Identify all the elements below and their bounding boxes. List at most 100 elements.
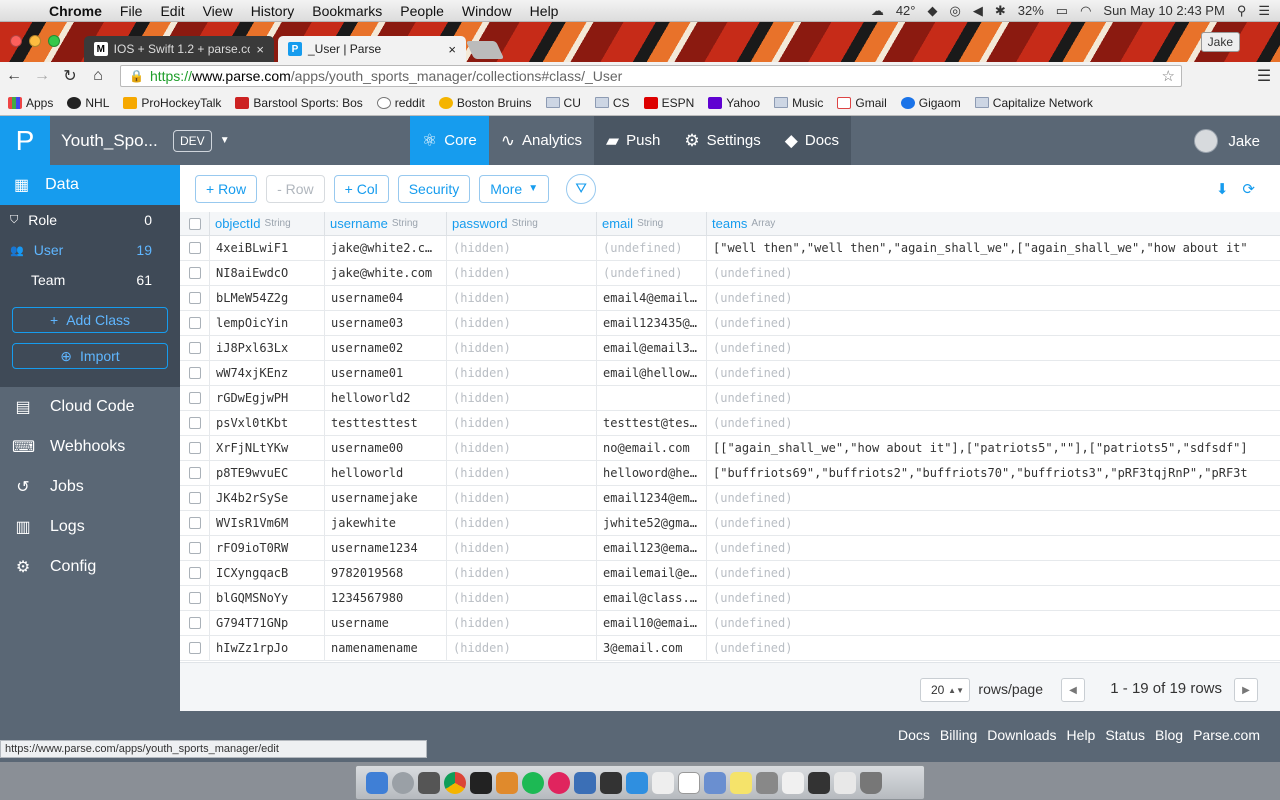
bookmark-prohockeytalk[interactable]: ProHockeyTalk [123, 96, 221, 110]
menu-file[interactable]: File [111, 3, 152, 19]
cell-username[interactable]: namenamename [325, 635, 447, 661]
cell-password[interactable]: (hidden) [447, 410, 597, 436]
footer-help[interactable]: Help [1067, 727, 1096, 743]
table-row[interactable]: rGDwEgjwPH helloworld2 (hidden) (undefined) [180, 385, 1280, 411]
sublime-icon[interactable] [496, 771, 518, 794]
bookmark-cs[interactable]: CS [594, 96, 630, 110]
class-user[interactable]: 👥 User 19 [0, 235, 180, 265]
nav-analytics[interactable]: ∿ Analytics [489, 116, 594, 165]
cell-username[interactable]: jake@white2.c… [325, 235, 447, 261]
row-checkbox[interactable] [188, 242, 201, 254]
table-row[interactable]: NI8aiEwdcO jake@white.com (hidden) (undefin… [180, 260, 1280, 286]
footer-downloads[interactable]: Downloads [987, 727, 1056, 743]
col-header-teams[interactable]: teams Array [707, 212, 1280, 236]
env-badge[interactable]: DEV [173, 129, 212, 152]
security-button[interactable]: Security [397, 174, 471, 203]
photo-booth-icon[interactable] [418, 771, 440, 794]
cell-username[interactable]: jake@white.com [325, 260, 447, 286]
sidebar-jobs[interactable]: ↺ Jobs [0, 467, 180, 507]
cell-teams[interactable]: ["buffriots69","buffriots2","buffriots70… [707, 461, 1280, 486]
accessibility-icon[interactable]: ◎ [949, 3, 960, 19]
table-row[interactable]: ICXyngqacB 9782019568 (hidden) emailemail@e… [180, 560, 1280, 586]
terminal-icon[interactable] [470, 771, 492, 794]
github-icon[interactable] [600, 771, 622, 794]
nav-core[interactable]: ⚛ Core [410, 116, 489, 165]
itunes-icon[interactable] [548, 771, 570, 794]
cell-email[interactable]: email123@ema… [597, 535, 707, 561]
document-icon[interactable] [782, 771, 804, 794]
table-row[interactable]: XrFjNLtYKw username00 (hidden) no@email.com… [180, 435, 1280, 461]
cell-password[interactable]: (hidden) [447, 235, 597, 261]
app-name[interactable]: Youth_Spo... [61, 131, 171, 151]
screen-icon[interactable] [808, 771, 830, 794]
bluetooth-icon[interactable]: ✱ [995, 3, 1006, 19]
col-header-objectid[interactable]: objectId String [210, 212, 325, 236]
cell-objectid[interactable]: iJ8Pxl63Lx [210, 335, 325, 361]
nav-settings[interactable]: ⚙ Settings [672, 116, 773, 165]
row-checkbox[interactable] [188, 542, 201, 554]
bookmark-reddit[interactable]: reddit [376, 96, 425, 110]
cell-username[interactable]: username03 [325, 310, 447, 336]
volume-icon[interactable]: ◀ [973, 3, 983, 19]
cell-objectid[interactable]: p8TE9wvuEC [210, 460, 325, 486]
cell-email[interactable]: (undefined) [597, 260, 707, 286]
table-row[interactable]: rFO9ioT0RW username1234 (hidden) email123@e… [180, 535, 1280, 561]
menu-bookmarks[interactable]: Bookmarks [303, 3, 391, 19]
cell-username[interactable]: username04 [325, 285, 447, 311]
nav-docs[interactable]: ◆ Docs [772, 116, 852, 165]
bookmark-barstool[interactable]: Barstool Sports: Bos [235, 96, 363, 110]
cell-password[interactable]: (hidden) [447, 585, 597, 611]
cell-password[interactable]: (hidden) [447, 335, 597, 361]
menu-edit[interactable]: Edit [151, 3, 193, 19]
cell-email[interactable]: 3@email.com [597, 635, 707, 661]
more-button[interactable]: More ▼ [479, 174, 550, 203]
cell-objectid[interactable]: hIwZz1rpJo [210, 635, 325, 661]
cell-teams[interactable]: (undefined) [707, 636, 1280, 661]
footer-blog[interactable]: Blog [1155, 727, 1183, 743]
row-checkbox[interactable] [188, 267, 201, 279]
cell-teams[interactable]: (undefined) [707, 411, 1280, 436]
wifi-icon[interactable]: ◠ [1080, 3, 1091, 19]
row-checkbox[interactable] [188, 342, 201, 354]
row-checkbox[interactable] [188, 367, 201, 379]
cell-objectid[interactable]: blGQMSNoYy [210, 585, 325, 611]
menu-people[interactable]: People [391, 3, 453, 19]
row-checkbox[interactable] [188, 567, 201, 579]
add-column-button[interactable]: + Col [333, 174, 389, 203]
bookmark-nhl[interactable]: NHL [67, 96, 109, 110]
cell-teams[interactable]: (undefined) [707, 611, 1280, 636]
bookmark-gmail[interactable]: Gmail [837, 96, 887, 110]
cell-email[interactable]: helloword@he… [597, 460, 707, 486]
cell-password[interactable]: (hidden) [447, 385, 597, 411]
footer-billing[interactable]: Billing [940, 727, 977, 743]
cell-password[interactable]: (hidden) [447, 560, 597, 586]
virtualbox-icon[interactable] [574, 771, 596, 794]
export-icon[interactable]: ⬇ [1216, 180, 1229, 198]
bookmark-apps[interactable]: Apps [8, 96, 53, 110]
back-arrow-icon[interactable]: ← [0, 67, 28, 85]
bookmark-capitalize[interactable]: Capitalize Network [974, 96, 1093, 110]
table-row[interactable]: G794T71GNp username (hidden) email10@emai…(… [180, 610, 1280, 636]
downloads-stack-icon[interactable] [834, 771, 856, 794]
table-row[interactable]: p8TE9wvuEC helloworld (hidden) helloword@he… [180, 460, 1280, 486]
xcode-icon[interactable] [626, 771, 648, 794]
cell-teams[interactable]: (undefined) [707, 261, 1280, 286]
cell-username[interactable]: username [325, 610, 447, 636]
cell-email[interactable]: email10@emai… [597, 610, 707, 636]
bookmark-star-icon[interactable]: ☆ [1162, 67, 1175, 85]
bookmark-yahoo[interactable]: Yahoo [708, 96, 760, 110]
row-checkbox[interactable] [188, 442, 201, 454]
bookmark-music[interactable]: Music [774, 96, 823, 110]
row-checkbox[interactable] [188, 642, 201, 654]
launchpad-icon[interactable] [392, 771, 414, 794]
finder-icon[interactable] [366, 771, 388, 794]
row-checkbox[interactable] [188, 617, 201, 629]
import-button[interactable]: ⊕ Import [12, 343, 168, 369]
cell-teams[interactable]: (undefined) [707, 486, 1280, 511]
cell-email[interactable]: email@email3… [597, 335, 707, 361]
cell-password[interactable]: (hidden) [447, 460, 597, 486]
menu-app[interactable]: Chrome [40, 3, 111, 19]
cell-password[interactable]: (hidden) [447, 485, 597, 511]
cell-objectid[interactable]: G794T71GNp [210, 610, 325, 636]
row-checkbox[interactable] [188, 292, 201, 304]
